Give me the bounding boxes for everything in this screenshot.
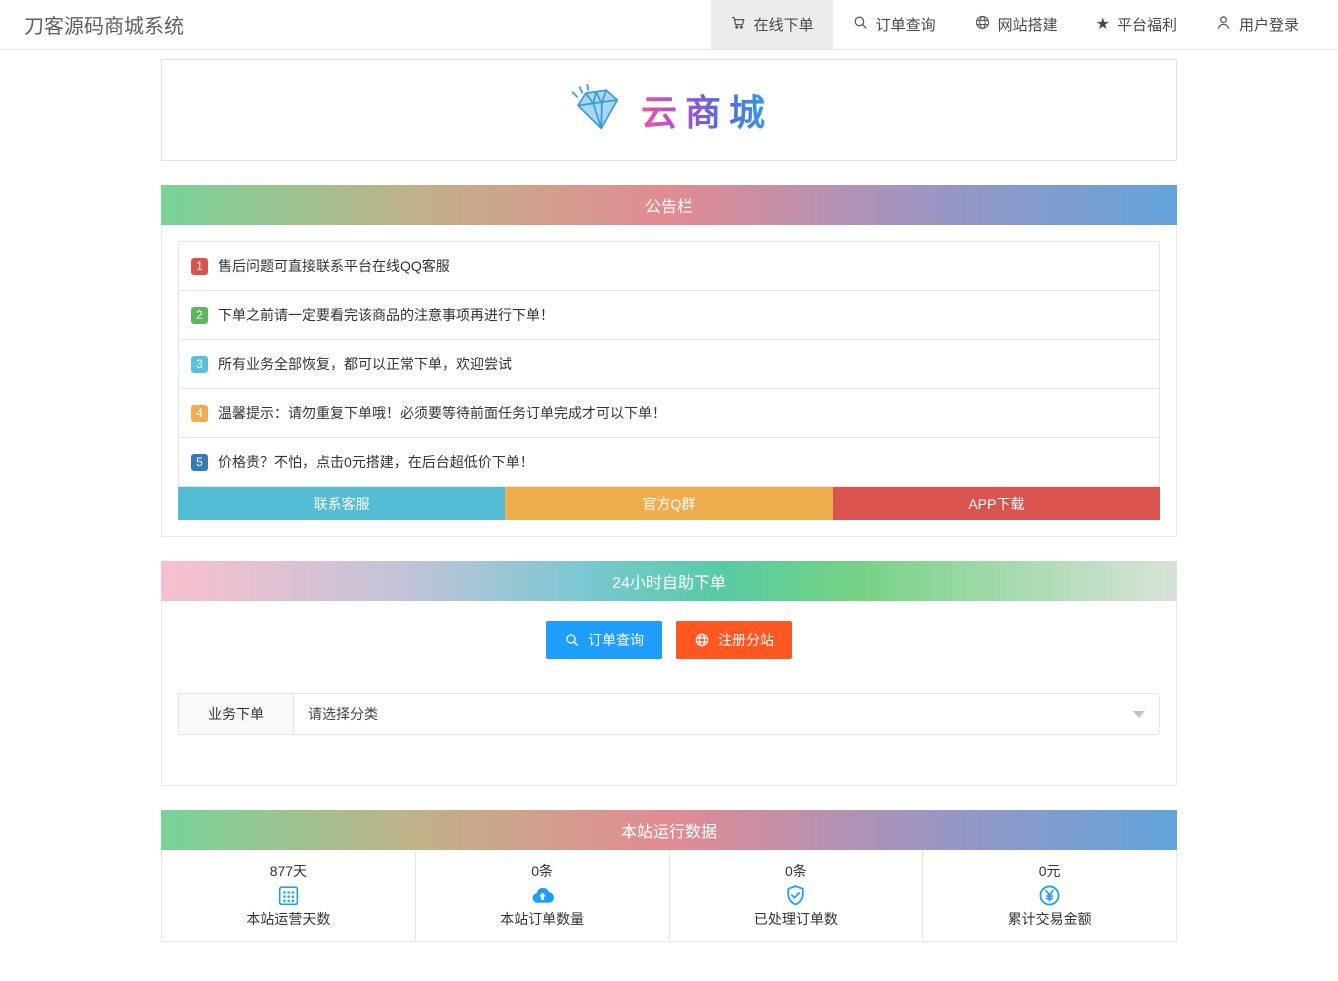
stat-label: 本站订单数量	[500, 911, 585, 927]
self-service-header: 24小时自助下单	[161, 561, 1177, 601]
yen-circle-icon	[1037, 883, 1062, 908]
globe-icon	[695, 633, 709, 647]
nav-item-label: 在线下单	[753, 17, 814, 34]
announcement-item: 5 价格贵？不怕，点击0元搭建，在后台超低价下单！	[179, 438, 1159, 487]
number-badge: 1	[191, 257, 208, 275]
announcement-text: 所有业务全部恢复，都可以正常下单，欢迎尝试	[218, 356, 512, 372]
button-label: 注册分站	[718, 632, 774, 648]
announcement-item: 4 温馨提示：请勿重复下单哦！必须要等待前面任务订单完成才可以下单！	[179, 389, 1159, 438]
stat-label: 已处理订单数	[753, 911, 838, 927]
announcement-text: 温馨提示：请勿重复下单哦！必须要等待前面任务订单完成才可以下单！	[218, 405, 666, 421]
shield-check-icon	[783, 883, 808, 908]
announcement-text: 价格贵？不怕，点击0元搭建，在后台超低价下单！	[218, 454, 534, 470]
number-badge: 4	[191, 404, 208, 422]
announcement-list: 1 售后问题可直接联系平台在线QQ客服 2 下单之前请一定要看完该商品的注意事项…	[178, 241, 1160, 487]
business-order-row: 业务下单 请选择分类	[178, 693, 1160, 735]
search-icon	[852, 14, 869, 35]
user-icon	[1215, 14, 1232, 35]
announcement-buttons: 联系客服 官方Q群 APP下载	[178, 487, 1160, 520]
stat-label: 本站运营天数	[246, 911, 331, 927]
nav-item-order-query[interactable]: 订单查询	[833, 0, 955, 49]
site-title: 刀客源码商城系统	[24, 16, 184, 38]
number-badge: 3	[191, 355, 208, 373]
top-navbar: 刀客源码商城系统 在线下单 订单查询 网站搭建 ★ 平台福利 用户登录	[0, 0, 1338, 50]
stat-order-count: 0条 本站订单数量	[416, 850, 670, 941]
button-label: 订单查询	[588, 632, 644, 648]
stat-value: 877天	[269, 863, 308, 879]
stat-value: 0条	[531, 863, 554, 879]
self-service-card: 24小时自助下单 订单查询 注册分站 业务下单 请选择分类	[161, 561, 1177, 786]
announcement-item: 3 所有业务全部恢复，都可以正常下单，欢迎尝试	[179, 340, 1159, 389]
nav-item-site-build[interactable]: 网站搭建	[955, 0, 1077, 49]
stats-header: 本站运行数据	[161, 810, 1177, 850]
register-substation-button[interactable]: 注册分站	[676, 621, 792, 659]
diamond-icon	[565, 79, 627, 142]
official-qq-group-button[interactable]: 官方Q群	[505, 487, 833, 520]
nav-item-label: 平台福利	[1116, 17, 1177, 34]
site-stats-card: 本站运行数据 877天 本站运营天数 0条 本站订单数量 0条 已处理订单数 0…	[161, 810, 1177, 942]
stat-transaction-amount: 0元 累计交易金额	[923, 850, 1176, 941]
app-download-button[interactable]: APP下载	[832, 487, 1160, 520]
announcement-item: 2 下单之前请一定要看完该商品的注意事项再进行下单！	[179, 291, 1159, 340]
chevron-down-icon	[1133, 710, 1145, 718]
nav-item-label: 网站搭建	[997, 17, 1058, 34]
logo-banner: 云商城	[161, 59, 1177, 161]
star-icon: ★	[1095, 15, 1110, 33]
nav-item-user-login[interactable]: 用户登录	[1196, 0, 1318, 49]
announcement-text: 下单之前请一定要看完该商品的注意事项再进行下单！	[218, 307, 554, 323]
nav-item-platform-benefits[interactable]: ★ 平台福利	[1077, 0, 1196, 49]
nav-item-online-order[interactable]: 在线下单	[710, 0, 833, 49]
business-order-label: 业务下单	[178, 693, 294, 735]
globe-icon	[974, 14, 991, 35]
cloud-upload-icon	[530, 883, 555, 908]
stat-operating-days: 877天 本站运营天数	[162, 850, 416, 941]
search-icon	[566, 634, 578, 646]
announcement-text: 售后问题可直接联系平台在线QQ客服	[218, 258, 450, 274]
stat-value: 0元	[1038, 863, 1061, 879]
cart-icon	[730, 14, 747, 35]
contact-support-button[interactable]: 联系客服	[178, 487, 506, 520]
nav-menu: 在线下单 订单查询 网站搭建 ★ 平台福利 用户登录	[710, 0, 1338, 49]
number-badge: 5	[191, 453, 208, 471]
stat-label: 累计交易金额	[1007, 911, 1092, 927]
announcement-header: 公告栏	[161, 185, 1177, 225]
announcement-item: 1 售后问题可直接联系平台在线QQ客服	[179, 242, 1159, 291]
stat-processed-orders: 0条 已处理订单数	[670, 850, 924, 941]
nav-item-label: 用户登录	[1238, 17, 1299, 34]
order-query-button[interactable]: 订单查询	[546, 621, 662, 659]
select-placeholder: 请选择分类	[308, 706, 378, 722]
stat-value: 0条	[784, 863, 807, 879]
logo-text: 云商城	[641, 84, 773, 136]
category-select[interactable]: 请选择分类	[294, 693, 1160, 735]
nav-item-label: 订单查询	[875, 17, 936, 34]
announcement-card: 公告栏 1 售后问题可直接联系平台在线QQ客服 2 下单之前请一定要看完该商品的…	[161, 185, 1177, 537]
calendar-icon	[276, 883, 301, 908]
number-badge: 2	[191, 306, 208, 324]
